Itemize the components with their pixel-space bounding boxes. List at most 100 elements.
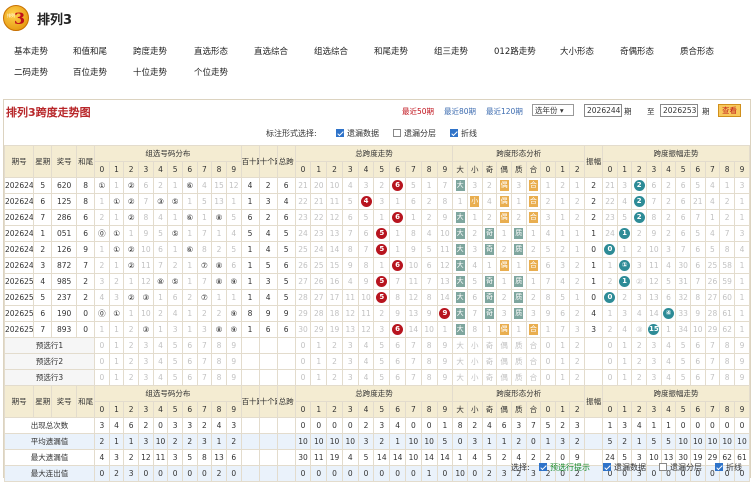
checkbox-icon[interactable] xyxy=(715,463,723,471)
nav-link[interactable]: 直选综合 xyxy=(254,45,288,57)
shape-box: 合 xyxy=(528,180,538,191)
bai-shi-cell: 1 xyxy=(240,257,260,274)
nav-link[interactable]: 百位走势 xyxy=(73,66,107,78)
table-cell xyxy=(276,353,296,370)
nav-link[interactable]: 二码走势 xyxy=(14,66,48,78)
shape-cell: 偶 xyxy=(496,177,512,194)
nav-link[interactable]: 和值和尾 xyxy=(73,45,107,57)
table-cell xyxy=(276,433,296,450)
tail-cell: 0 xyxy=(76,305,96,322)
period-cell: 2026252 xyxy=(3,305,35,322)
option-line[interactable]: 折线 xyxy=(450,128,477,139)
prize-cell: 893 xyxy=(51,321,78,338)
checkbox-icon[interactable] xyxy=(450,129,458,137)
checkbox-icon[interactable] xyxy=(336,129,344,137)
shape-cell: 合 xyxy=(525,177,542,194)
preview-digit: 1 xyxy=(616,369,633,386)
missing-cell: 4 xyxy=(341,273,359,290)
preview-digit: 7 xyxy=(196,369,213,386)
preview-row[interactable]: 预选行1 0 1 2 3 4 5 6 7 8 9 0 1 2 3 4 5 6 7 8 9 大小奇偶质合 0 1 2 0 1 2 3 4 5 6… xyxy=(3,337,751,354)
missing-cell: 3 xyxy=(94,273,110,290)
bottom-option-missing[interactable]: 遗漏数据 xyxy=(603,462,646,473)
missing-cell: 1 xyxy=(733,193,751,210)
to-period-input[interactable]: 2026253 xyxy=(660,104,698,117)
missing-cell: 1 xyxy=(181,321,198,338)
amp-ball-cell: 2 xyxy=(631,177,648,194)
preview-digit: 7 xyxy=(704,353,721,370)
missing-cell: 59 xyxy=(719,273,735,290)
week-cell: 2 xyxy=(33,241,53,258)
stats-cell: 2 xyxy=(357,417,375,434)
shape-box: 大 xyxy=(455,180,465,191)
digit-header: 5 xyxy=(675,161,691,178)
span-ball-cell: 6 xyxy=(389,257,406,274)
preview-digit: 6 xyxy=(389,369,406,386)
bai-shi-cell: 6 xyxy=(240,209,260,226)
nav-link[interactable]: 和尾走势 xyxy=(374,45,408,57)
missing-cell: 25 xyxy=(310,257,328,274)
preview-digit: 2 xyxy=(326,337,343,354)
missing-cell: 1 xyxy=(181,273,198,290)
bottom-option-preview[interactable]: 预选行提示 xyxy=(539,462,590,473)
nav-link[interactable]: 组选综合 xyxy=(314,45,348,57)
missing-cell: 9 xyxy=(540,305,556,322)
missing-cell: 5 xyxy=(540,241,556,258)
span-shape-header: 跨度形态分析 xyxy=(452,385,586,402)
missing-cell: 12 xyxy=(225,177,242,194)
bottom-option-line[interactable]: 折线 xyxy=(715,462,742,473)
table-row: 202625378930112③1313⑧⑨166302919131236141… xyxy=(3,321,751,338)
preview-row[interactable]: 预选行3 0 1 2 3 4 5 6 7 8 9 0 1 2 3 4 5 6 7 8 9 大小奇偶质合 0 1 2 0 1 2 3 4 5 6… xyxy=(3,369,751,386)
from-period-input[interactable]: 2026244 xyxy=(584,104,622,117)
shape-box: 大 xyxy=(455,260,465,271)
checkbox-icon[interactable] xyxy=(603,463,611,471)
query-button[interactable]: 查看 xyxy=(718,104,741,117)
preview-digit: 1 xyxy=(108,369,125,386)
stats-cell: 7 xyxy=(525,417,542,434)
nav-link[interactable]: 012路走势 xyxy=(494,45,536,57)
period-link-120[interactable]: 最近120期 xyxy=(486,106,523,117)
preview-row[interactable]: 预选行2 0 1 2 3 4 5 6 7 8 9 0 1 2 3 4 5 6 7 8 9 大小奇偶质合 0 1 2 0 1 2 3 4 5 6… xyxy=(3,353,751,370)
preview-digit: 9 xyxy=(733,353,751,370)
year-select[interactable]: 选年份 ▾ xyxy=(532,104,574,116)
period-link-80[interactable]: 最近80期 xyxy=(444,106,476,117)
preview-digit: 3 xyxy=(646,353,662,370)
missing-cell: 5 xyxy=(152,225,169,242)
nav-link[interactable]: 质合形态 xyxy=(680,45,714,57)
nav-link[interactable]: 组三走势 xyxy=(434,45,468,57)
checkbox-icon[interactable] xyxy=(539,463,547,471)
missing-cell: 34 xyxy=(675,321,691,338)
digit-header: 2 xyxy=(326,401,343,418)
stats-cell: 3 xyxy=(225,417,242,434)
missing-cell: 2 xyxy=(569,193,586,210)
period-link-50[interactable]: 最近50期 xyxy=(402,106,434,117)
missing-cell: 8 xyxy=(646,209,662,226)
bottom-option-layer[interactable]: 遗漏分层 xyxy=(659,462,702,473)
checkbox-icon[interactable] xyxy=(659,463,667,471)
table-cell xyxy=(240,369,260,386)
missing-cell: 10 xyxy=(404,257,422,274)
option-missing-layer[interactable]: 遗漏分层 xyxy=(393,128,436,139)
nav-link[interactable]: 十位走势 xyxy=(133,66,167,78)
checkbox-icon[interactable] xyxy=(393,129,401,137)
missing-cell: 2 xyxy=(569,273,586,290)
missing-cell: 1 xyxy=(525,273,542,290)
shape-box: 质 xyxy=(514,244,524,255)
nav-link[interactable]: 大小形态 xyxy=(560,45,594,57)
shape-box: 小 xyxy=(470,196,480,207)
option-missing-data[interactable]: 遗漏数据 xyxy=(336,128,379,139)
missing-cell: 2 xyxy=(94,209,110,226)
missing-cell: 6 xyxy=(540,257,556,274)
digit-header: 9 xyxy=(436,401,454,418)
missing-cell: 12 xyxy=(341,305,359,322)
nav-link[interactable]: 基本走势 xyxy=(14,45,48,57)
digit-header: 3 xyxy=(341,161,359,178)
stats-cell: 0 xyxy=(138,465,154,482)
nav-link[interactable]: 直选形态 xyxy=(194,45,228,57)
missing-cell: 1 xyxy=(94,241,110,258)
missing-cell: 2 xyxy=(373,305,391,322)
nav-link[interactable]: 个位走势 xyxy=(194,66,228,78)
stats-cell: 10 xyxy=(341,433,359,450)
nav-link[interactable]: 奇偶形态 xyxy=(620,45,654,57)
nav-link[interactable]: 跨度走势 xyxy=(133,45,167,57)
span-ball-cell: 6 xyxy=(389,177,406,194)
